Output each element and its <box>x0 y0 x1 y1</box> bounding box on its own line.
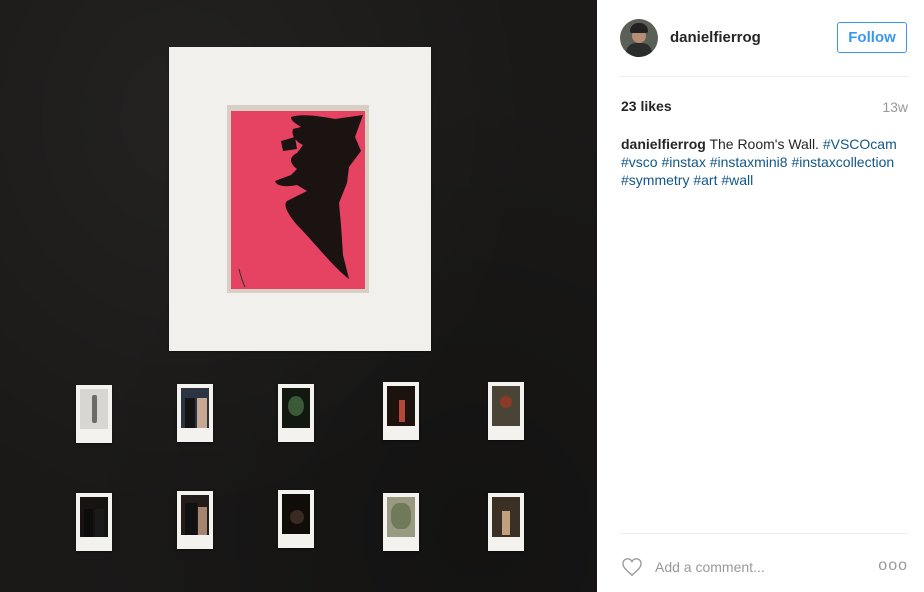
hashtag-link[interactable]: #vsco <box>621 154 658 170</box>
post-caption: danielfierrog The Room's Wall. #VSCOcam … <box>621 135 911 189</box>
instax-photo <box>383 493 419 551</box>
instax-photo <box>488 382 524 440</box>
hashtag-link[interactable]: #VSCOcam <box>823 136 897 152</box>
more-options-icon[interactable]: ooo <box>878 557 908 575</box>
instax-photo <box>76 385 112 443</box>
hashtag-link[interactable]: #art <box>693 172 717 188</box>
instax-photo <box>177 384 213 442</box>
post-timestamp[interactable]: 13w <box>882 99 908 115</box>
header-divider <box>620 76 908 77</box>
caption-username[interactable]: danielfierrog <box>621 136 706 152</box>
comment-divider <box>620 533 908 534</box>
instax-photo <box>177 491 213 549</box>
silhouette-graphic <box>238 115 363 288</box>
hashtag-link[interactable]: #instax <box>661 154 705 170</box>
hashtag-link[interactable]: #instaxcollection <box>791 154 894 170</box>
instax-photo <box>278 490 314 548</box>
heart-outline-icon[interactable] <box>621 557 643 577</box>
post-header: danielfierrog Follow <box>597 0 924 76</box>
post-photo[interactable] <box>0 0 597 592</box>
framed-print <box>169 47 431 351</box>
instagram-post: danielfierrog Follow 23 likes 13w daniel… <box>0 0 924 592</box>
username-link[interactable]: danielfierrog <box>670 29 761 46</box>
hashtag-link[interactable]: #wall <box>721 172 753 188</box>
comment-bar: Add a comment... ooo <box>597 533 924 592</box>
instax-photo <box>278 384 314 442</box>
add-comment-input[interactable]: Add a comment... <box>655 559 765 575</box>
hashtag-link[interactable]: #symmetry <box>621 172 689 188</box>
hashtag-link[interactable]: #instaxmini8 <box>710 154 788 170</box>
instax-photo <box>76 493 112 551</box>
follow-button[interactable]: Follow <box>837 22 907 53</box>
mat-window <box>227 105 369 293</box>
red-silhouette-print <box>231 111 365 289</box>
instax-photo <box>383 382 419 440</box>
caption-text: The Room's Wall. <box>709 136 819 152</box>
instax-photo <box>488 493 524 551</box>
likes-count[interactable]: 23 likes <box>621 98 672 114</box>
post-sidebar: danielfierrog Follow 23 likes 13w daniel… <box>597 0 924 592</box>
avatar[interactable] <box>620 19 658 57</box>
